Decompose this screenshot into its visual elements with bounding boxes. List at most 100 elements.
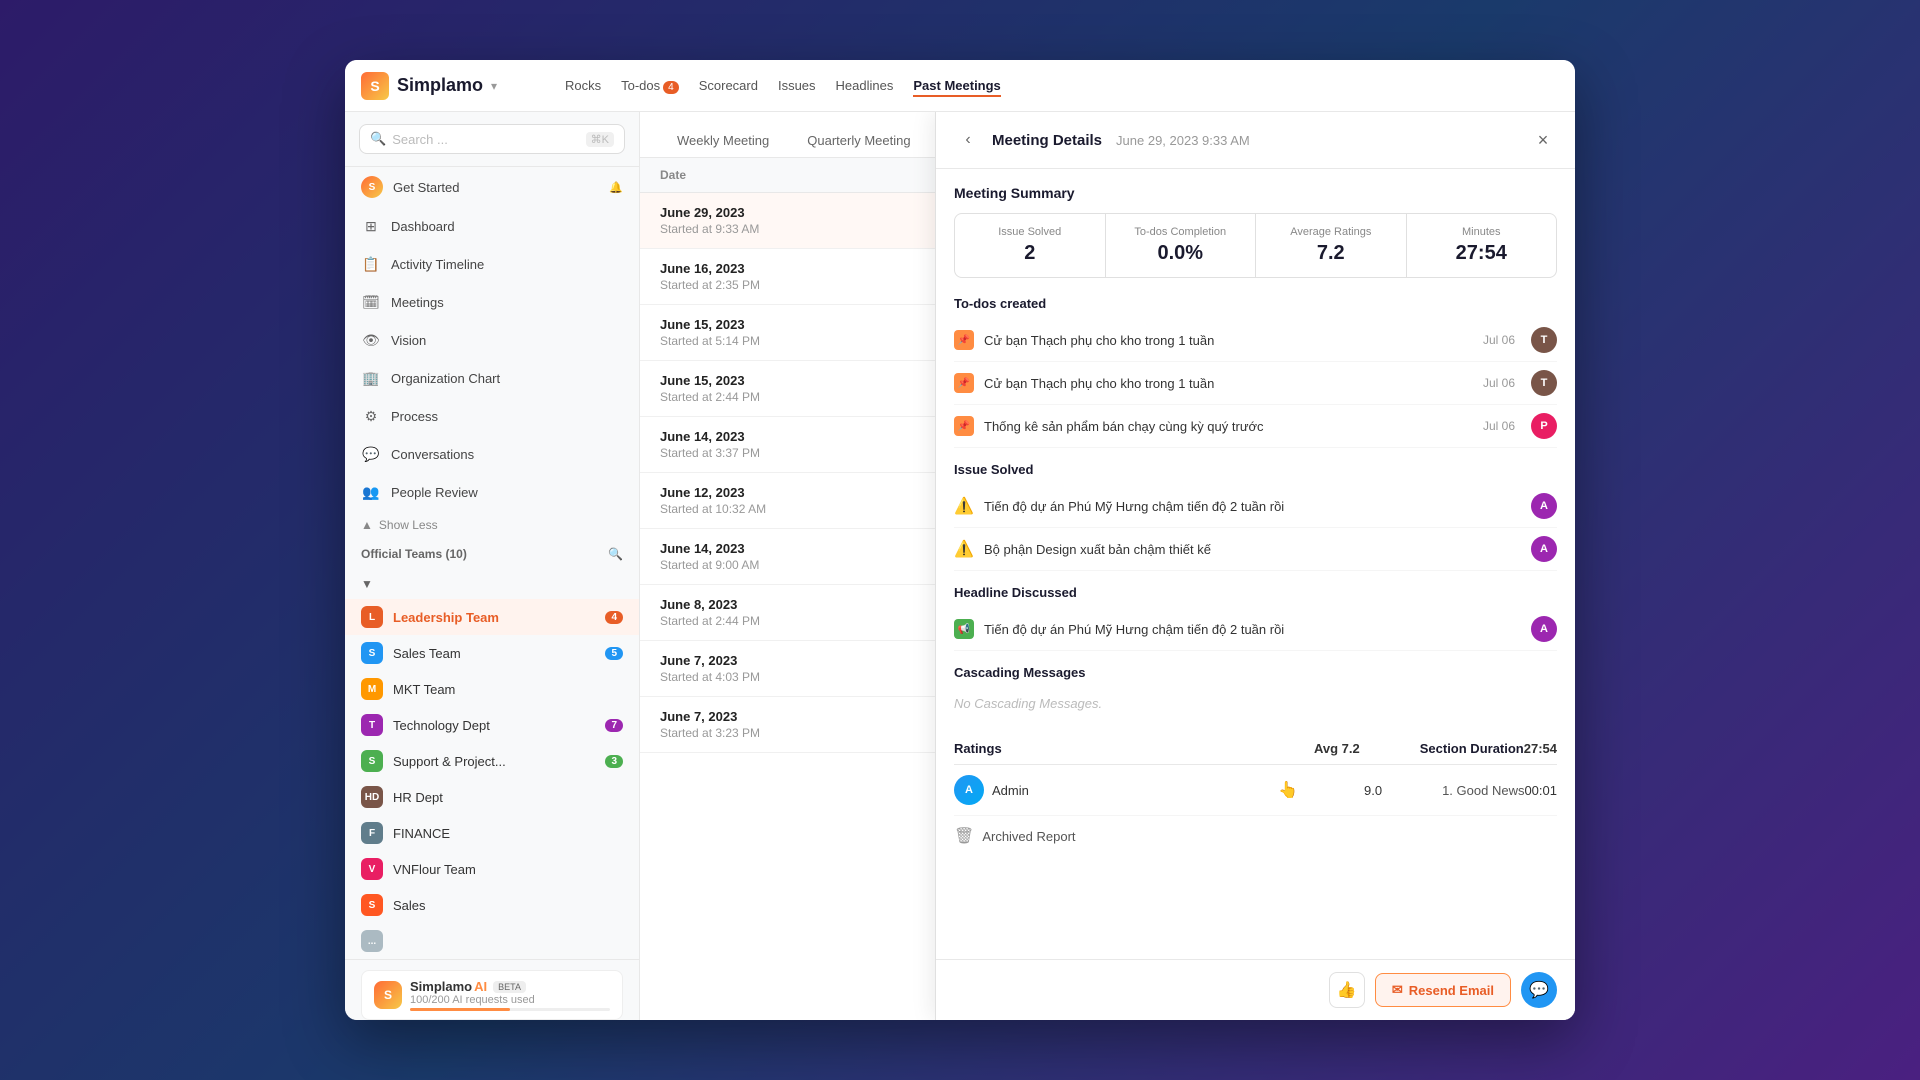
- nav-issues[interactable]: Issues: [778, 74, 816, 97]
- back-button[interactable]: ‹: [954, 126, 982, 154]
- support-badge: 3: [605, 755, 623, 768]
- archive-label: Archived Report: [982, 829, 1075, 844]
- sales-badge: 5: [605, 647, 623, 660]
- sidebar-item-dashboard[interactable]: ⊞ Dashboard: [345, 207, 639, 245]
- sidebar-item-label: Meetings: [391, 295, 444, 310]
- team-label: Sales: [393, 898, 426, 913]
- resend-email-button[interactable]: ✉ Resend Email: [1375, 973, 1511, 1007]
- dropdown-icon[interactable]: ▾: [491, 79, 497, 93]
- ai-usage: 100/200 AI requests used: [410, 994, 610, 1006]
- todo-item: 📌 Cử bạn Thạch phụ cho kho trong 1 tuần …: [954, 362, 1557, 405]
- section-collapse[interactable]: ▼: [345, 569, 639, 599]
- summary-card-todos-completion: To-dos Completion 0.0%: [1106, 214, 1256, 277]
- sidebar-item-people-review[interactable]: 👥 People Review: [345, 473, 639, 511]
- todo-icon: 📌: [954, 373, 974, 393]
- close-button[interactable]: ×: [1529, 126, 1557, 154]
- show-less-button[interactable]: ▲ Show Less: [345, 511, 639, 539]
- avatar: P: [1531, 413, 1557, 439]
- sidebar-item-vnflour-team[interactable]: V VNFlour Team: [345, 851, 639, 887]
- warning-icon: ⚠️: [954, 496, 974, 516]
- section-duration-value: 27:54: [1524, 741, 1557, 756]
- technology-dept-icon: T: [361, 714, 383, 736]
- sidebar-item-activity-timeline[interactable]: 📋 Activity Timeline: [345, 245, 639, 283]
- sidebar-item-finance[interactable]: F FINANCE: [345, 815, 639, 851]
- sidebar-item-get-started[interactable]: S Get Started 🔔: [345, 167, 639, 207]
- sidebar-item-mkt-team[interactable]: M MKT Team: [345, 671, 639, 707]
- ai-info: Simplamo AI BETA 100/200 AI requests use…: [410, 979, 610, 1011]
- sidebar-item-label: Vision: [391, 333, 426, 348]
- detail-title: Meeting Details: [992, 132, 1102, 149]
- chat-button[interactable]: 💬: [1521, 972, 1557, 1008]
- sidebar-item-sales[interactable]: S Sales: [345, 887, 639, 923]
- admin-section: 1. Good News: [1442, 783, 1524, 798]
- sidebar-item-vision[interactable]: 👁 Vision: [345, 321, 639, 359]
- sales-team-icon: S: [361, 642, 383, 664]
- team-label: FINANCE: [393, 826, 450, 841]
- sidebar-item-process[interactable]: ⚙ Process: [345, 397, 639, 435]
- todo-item: 📌 Cử bạn Thạch phụ cho kho trong 1 tuần …: [954, 319, 1557, 362]
- section-duration-label: Section Duration: [1420, 741, 1524, 756]
- todo-text: Cử bạn Thạch phụ cho kho trong 1 tuần: [984, 333, 1473, 348]
- nav-headlines[interactable]: Headlines: [836, 74, 894, 97]
- show-less-label: Show Less: [379, 518, 438, 532]
- summary-card-issue-solved: Issue Solved 2: [955, 214, 1105, 277]
- logo-area: S Simplamo ▾: [361, 72, 541, 100]
- todo-date: Jul 06: [1483, 376, 1515, 390]
- detail-header: ‹ Meeting Details June 29, 2023 9:33 AM …: [936, 112, 1575, 169]
- app-window: S Simplamo ▾ Rocks To-dos4 Scorecard Iss…: [345, 60, 1575, 1020]
- search-box[interactable]: 🔍 Search ... ⌘K: [359, 124, 625, 154]
- avg-ratings-value: 7.2: [1270, 242, 1392, 265]
- top-nav: S Simplamo ▾ Rocks To-dos4 Scorecard Iss…: [345, 60, 1575, 112]
- sidebar-item-conversations[interactable]: 💬 Conversations: [345, 435, 639, 473]
- sidebar-item-org-chart[interactable]: 🏢 Organization Chart: [345, 359, 639, 397]
- tab-quarterly-meeting[interactable]: Quarterly Meeting: [790, 124, 927, 157]
- todo-item: 📌 Thống kê sản phẩm bán chạy cùng kỳ quý…: [954, 405, 1557, 448]
- admin-name: Admin: [992, 783, 1278, 798]
- get-started-badge: 🔔: [609, 181, 623, 194]
- sidebar-item-meetings[interactable]: 🗓 Meetings: [345, 283, 639, 321]
- nav-rocks[interactable]: Rocks: [565, 74, 601, 97]
- nav-past-meetings[interactable]: Past Meetings: [913, 74, 1000, 97]
- summary-card-minutes: Minutes 27:54: [1407, 214, 1557, 277]
- ratings-section: Ratings Avg 7.2 Section Duration 27:54 A…: [954, 733, 1557, 816]
- issue-item: ⚠️ Bộ phận Design xuất bản chậm thiết kế…: [954, 528, 1557, 571]
- sidebar: 🔍 Search ... ⌘K S Get Started 🔔 ⊞ Dashbo…: [345, 112, 640, 1020]
- issue-text: Bộ phận Design xuất bản chậm thiết kế: [984, 542, 1521, 557]
- sidebar-item-label: People Review: [391, 485, 478, 500]
- todos-completion-label: To-dos Completion: [1120, 226, 1242, 238]
- like-button[interactable]: 👍: [1329, 972, 1365, 1008]
- nav-todos[interactable]: To-dos4: [621, 74, 679, 97]
- dashboard-icon: ⊞: [361, 216, 381, 236]
- avatar: T: [1531, 370, 1557, 396]
- search-input[interactable]: Search ...: [392, 132, 579, 147]
- sidebar-item-support-project[interactable]: S Support & Project... 3: [345, 743, 639, 779]
- no-cascading-message: No Cascading Messages.: [954, 688, 1557, 719]
- finance-icon: F: [361, 822, 383, 844]
- headline-section-title: Headline Discussed: [954, 585, 1557, 600]
- sidebar-item-hr-dept[interactable]: HD HR Dept: [345, 779, 639, 815]
- sidebar-item-technology-dept[interactable]: T Technology Dept 7: [345, 707, 639, 743]
- sidebar-bottom: S Simplamo AI BETA 100/200 AI requests u…: [345, 959, 639, 1020]
- sidebar-item-sales-team[interactable]: S Sales Team 5: [345, 635, 639, 671]
- get-started-icon: S: [361, 176, 383, 198]
- ai-icon: S: [374, 981, 402, 1009]
- ai-progress-fill: [410, 1008, 510, 1011]
- teams-search-icon[interactable]: 🔍: [608, 547, 623, 561]
- avg-ratings-label: Average Ratings: [1270, 226, 1392, 238]
- tab-weekly-meeting[interactable]: Weekly Meeting: [660, 124, 786, 157]
- teams-section-header: Official Teams (10) 🔍: [345, 539, 639, 569]
- sidebar-item-leadership-team[interactable]: L Leadership Team 4: [345, 599, 639, 635]
- sidebar-item-extra[interactable]: ...: [345, 923, 639, 959]
- headline-text: Tiến độ dự án Phú Mỹ Hưng chậm tiến độ 2…: [984, 622, 1521, 637]
- nav-scorecard[interactable]: Scorecard: [699, 74, 758, 97]
- cascading-section-title: Cascading Messages: [954, 665, 1557, 680]
- team-label: Technology Dept: [393, 718, 490, 733]
- headline-icon: 📢: [954, 619, 974, 639]
- team-label: VNFlour Team: [393, 862, 476, 877]
- beta-badge: BETA: [493, 981, 526, 993]
- ai-suffix: AI: [474, 979, 487, 994]
- search-icon: 🔍: [370, 131, 386, 147]
- headline-item: 📢 Tiến độ dự án Phú Mỹ Hưng chậm tiến độ…: [954, 608, 1557, 651]
- ai-progress-bar: [410, 1008, 610, 1011]
- ratings-header: Ratings Avg 7.2 Section Duration 27:54: [954, 733, 1557, 765]
